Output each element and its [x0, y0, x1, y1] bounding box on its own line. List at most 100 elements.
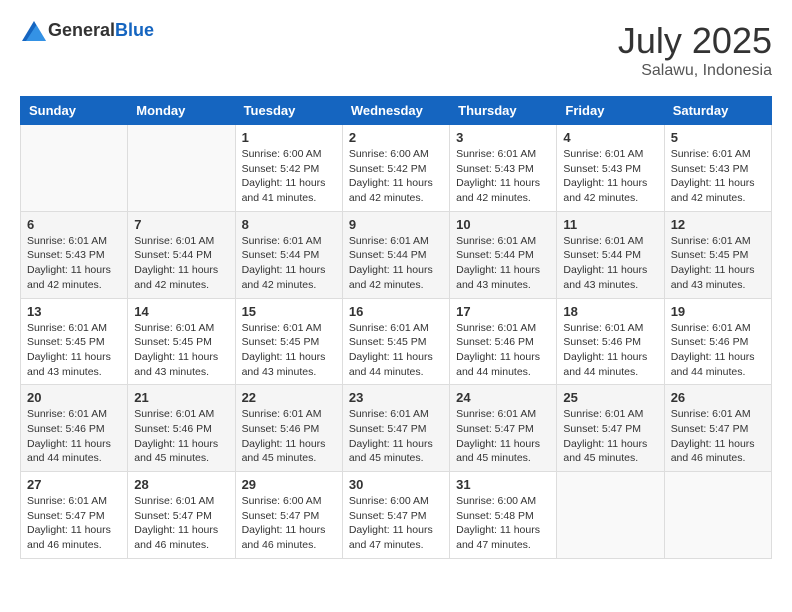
- day-number: 28: [134, 477, 228, 492]
- calendar-cell: 9Sunrise: 6:01 AM Sunset: 5:44 PM Daylig…: [342, 211, 449, 298]
- location-title: Salawu, Indonesia: [618, 62, 772, 80]
- calendar-week-4: 20 Sunrise: 6:01 AM Sunset: 5:46 PM Dayli…: [21, 385, 772, 472]
- day-info: Sunrise: 6:01 AM Sunset: 5:46 PM Dayligh…: [27, 407, 121, 466]
- calendar-cell: 15Sunrise: 6:01 AM Sunset: 5:45 PM Dayli…: [235, 298, 342, 385]
- day-number: 16: [349, 304, 443, 319]
- day-number: 11: [563, 217, 657, 232]
- col-wednesday: Wednesday: [342, 97, 449, 125]
- calendar-cell: 25Sunrise: 6:01 AM Sunset: 5:47 PM Dayli…: [557, 385, 664, 472]
- calendar-cell: 23Sunrise: 6:01 AM Sunset: 5:47 PM Dayli…: [342, 385, 449, 472]
- day-info: Sunrise: 6:01 AM Sunset: 5:45 PM Dayligh…: [134, 321, 228, 380]
- day-number: 20: [27, 390, 121, 405]
- col-monday: Monday: [128, 97, 235, 125]
- day-info: Sunrise: 6:00 AM Sunset: 5:42 PM Dayligh…: [349, 147, 443, 206]
- day-number: 24: [456, 390, 550, 405]
- day-info: Sunrise: 6:01 AM Sunset: 5:45 PM Dayligh…: [27, 321, 121, 380]
- header-row: Sunday Monday Tuesday Wednesday Thursday…: [21, 97, 772, 125]
- day-number: 21: [134, 390, 228, 405]
- calendar-cell: 8 Sunrise: 6:01 AM Sunset: 5:44 PM Daylig…: [235, 211, 342, 298]
- calendar-cell: 31Sunrise: 6:00 AM Sunset: 5:48 PM Dayli…: [450, 472, 557, 559]
- day-info: Sunrise: 6:01 AM Sunset: 5:44 PM Dayligh…: [134, 234, 228, 293]
- calendar-cell: 4Sunrise: 6:01 AM Sunset: 5:43 PM Daylig…: [557, 125, 664, 212]
- day-number: 18: [563, 304, 657, 319]
- calendar-week-2: 6 Sunrise: 6:01 AM Sunset: 5:43 PM Daylig…: [21, 211, 772, 298]
- day-number: 27: [27, 477, 121, 492]
- day-number: 23: [349, 390, 443, 405]
- day-info: Sunrise: 6:01 AM Sunset: 5:43 PM Dayligh…: [27, 234, 121, 293]
- calendar-cell: [557, 472, 664, 559]
- calendar-cell: 1 Sunrise: 6:00 AM Sunset: 5:42 PM Daylig…: [235, 125, 342, 212]
- logo-general-text: General: [48, 20, 115, 40]
- page-header: GeneralBlue July 2025 Salawu, Indonesia: [20, 20, 772, 80]
- calendar-body: 1 Sunrise: 6:00 AM Sunset: 5:42 PM Daylig…: [21, 125, 772, 559]
- col-sunday: Sunday: [21, 97, 128, 125]
- day-number: 14: [134, 304, 228, 319]
- day-number: 8: [242, 217, 336, 232]
- day-info: Sunrise: 6:01 AM Sunset: 5:44 PM Dayligh…: [349, 234, 443, 293]
- day-number: 15: [242, 304, 336, 319]
- day-number: 6: [27, 217, 121, 232]
- calendar-cell: 22Sunrise: 6:01 AM Sunset: 5:46 PM Dayli…: [235, 385, 342, 472]
- day-info: Sunrise: 6:01 AM Sunset: 5:47 PM Dayligh…: [563, 407, 657, 466]
- calendar-cell: 12 Sunrise: 6:01 AM Sunset: 5:45 PM Dayli…: [664, 211, 771, 298]
- day-info: Sunrise: 6:01 AM Sunset: 5:46 PM Dayligh…: [563, 321, 657, 380]
- calendar-cell: 7Sunrise: 6:01 AM Sunset: 5:44 PM Daylig…: [128, 211, 235, 298]
- calendar-cell: 29 Sunrise: 6:00 AM Sunset: 5:47 PM Dayli…: [235, 472, 342, 559]
- day-number: 10: [456, 217, 550, 232]
- calendar-cell: 5Sunrise: 6:01 AM Sunset: 5:43 PM Daylig…: [664, 125, 771, 212]
- day-info: Sunrise: 6:01 AM Sunset: 5:43 PM Dayligh…: [456, 147, 550, 206]
- calendar-cell: 19Sunrise: 6:01 AM Sunset: 5:46 PM Dayli…: [664, 298, 771, 385]
- calendar-table: Sunday Monday Tuesday Wednesday Thursday…: [20, 96, 772, 559]
- day-number: 29: [242, 477, 336, 492]
- day-number: 30: [349, 477, 443, 492]
- logo-blue-text: Blue: [115, 20, 154, 40]
- day-info: Sunrise: 6:01 AM Sunset: 5:45 PM Dayligh…: [671, 234, 765, 293]
- day-info: Sunrise: 6:01 AM Sunset: 5:45 PM Dayligh…: [349, 321, 443, 380]
- day-number: 3: [456, 130, 550, 145]
- calendar-cell: 11 Sunrise: 6:01 AM Sunset: 5:44 PM Dayli…: [557, 211, 664, 298]
- day-info: Sunrise: 6:01 AM Sunset: 5:44 PM Dayligh…: [563, 234, 657, 293]
- calendar-cell: [21, 125, 128, 212]
- day-number: 13: [27, 304, 121, 319]
- calendar-cell: [664, 472, 771, 559]
- month-title: July 2025: [618, 20, 772, 62]
- calendar-cell: 27 Sunrise: 6:01 AM Sunset: 5:47 PM Dayli…: [21, 472, 128, 559]
- day-number: 2: [349, 130, 443, 145]
- day-info: Sunrise: 6:00 AM Sunset: 5:42 PM Dayligh…: [242, 147, 336, 206]
- day-info: Sunrise: 6:01 AM Sunset: 5:47 PM Dayligh…: [134, 494, 228, 553]
- day-info: Sunrise: 6:01 AM Sunset: 5:44 PM Dayligh…: [456, 234, 550, 293]
- calendar-cell: [128, 125, 235, 212]
- day-info: Sunrise: 6:01 AM Sunset: 5:46 PM Dayligh…: [456, 321, 550, 380]
- calendar-cell: 26 Sunrise: 6:01 AM Sunset: 5:47 PM Dayli…: [664, 385, 771, 472]
- calendar-cell: 16 Sunrise: 6:01 AM Sunset: 5:45 PM Dayli…: [342, 298, 449, 385]
- calendar-cell: 17 Sunrise: 6:01 AM Sunset: 5:46 PM Dayli…: [450, 298, 557, 385]
- calendar-cell: 20 Sunrise: 6:01 AM Sunset: 5:46 PM Dayli…: [21, 385, 128, 472]
- day-info: Sunrise: 6:01 AM Sunset: 5:44 PM Dayligh…: [242, 234, 336, 293]
- day-number: 1: [242, 130, 336, 145]
- day-info: Sunrise: 6:01 AM Sunset: 5:47 PM Dayligh…: [671, 407, 765, 466]
- day-info: Sunrise: 6:00 AM Sunset: 5:47 PM Dayligh…: [242, 494, 336, 553]
- calendar-cell: 6 Sunrise: 6:01 AM Sunset: 5:43 PM Daylig…: [21, 211, 128, 298]
- day-info: Sunrise: 6:00 AM Sunset: 5:48 PM Dayligh…: [456, 494, 550, 553]
- col-friday: Friday: [557, 97, 664, 125]
- day-number: 17: [456, 304, 550, 319]
- calendar-week-1: 1 Sunrise: 6:00 AM Sunset: 5:42 PM Daylig…: [21, 125, 772, 212]
- calendar-header: Sunday Monday Tuesday Wednesday Thursday…: [21, 97, 772, 125]
- day-info: Sunrise: 6:01 AM Sunset: 5:47 PM Dayligh…: [27, 494, 121, 553]
- day-number: 12: [671, 217, 765, 232]
- title-block: July 2025 Salawu, Indonesia: [618, 20, 772, 80]
- calendar-cell: 28 Sunrise: 6:01 AM Sunset: 5:47 PM Dayli…: [128, 472, 235, 559]
- day-number: 26: [671, 390, 765, 405]
- logo: GeneralBlue: [20, 20, 154, 41]
- day-info: Sunrise: 6:01 AM Sunset: 5:47 PM Dayligh…: [456, 407, 550, 466]
- day-info: Sunrise: 6:00 AM Sunset: 5:47 PM Dayligh…: [349, 494, 443, 553]
- calendar-cell: 10 Sunrise: 6:01 AM Sunset: 5:44 PM Dayli…: [450, 211, 557, 298]
- calendar-cell: 30 Sunrise: 6:00 AM Sunset: 5:47 PM Dayli…: [342, 472, 449, 559]
- day-info: Sunrise: 6:01 AM Sunset: 5:46 PM Dayligh…: [134, 407, 228, 466]
- calendar-cell: 3 Sunrise: 6:01 AM Sunset: 5:43 PM Daylig…: [450, 125, 557, 212]
- calendar-cell: 24 Sunrise: 6:01 AM Sunset: 5:47 PM Dayli…: [450, 385, 557, 472]
- day-number: 19: [671, 304, 765, 319]
- logo-icon: [22, 21, 46, 41]
- calendar-cell: 18 Sunrise: 6:01 AM Sunset: 5:46 PM Dayli…: [557, 298, 664, 385]
- day-info: Sunrise: 6:01 AM Sunset: 5:43 PM Dayligh…: [563, 147, 657, 206]
